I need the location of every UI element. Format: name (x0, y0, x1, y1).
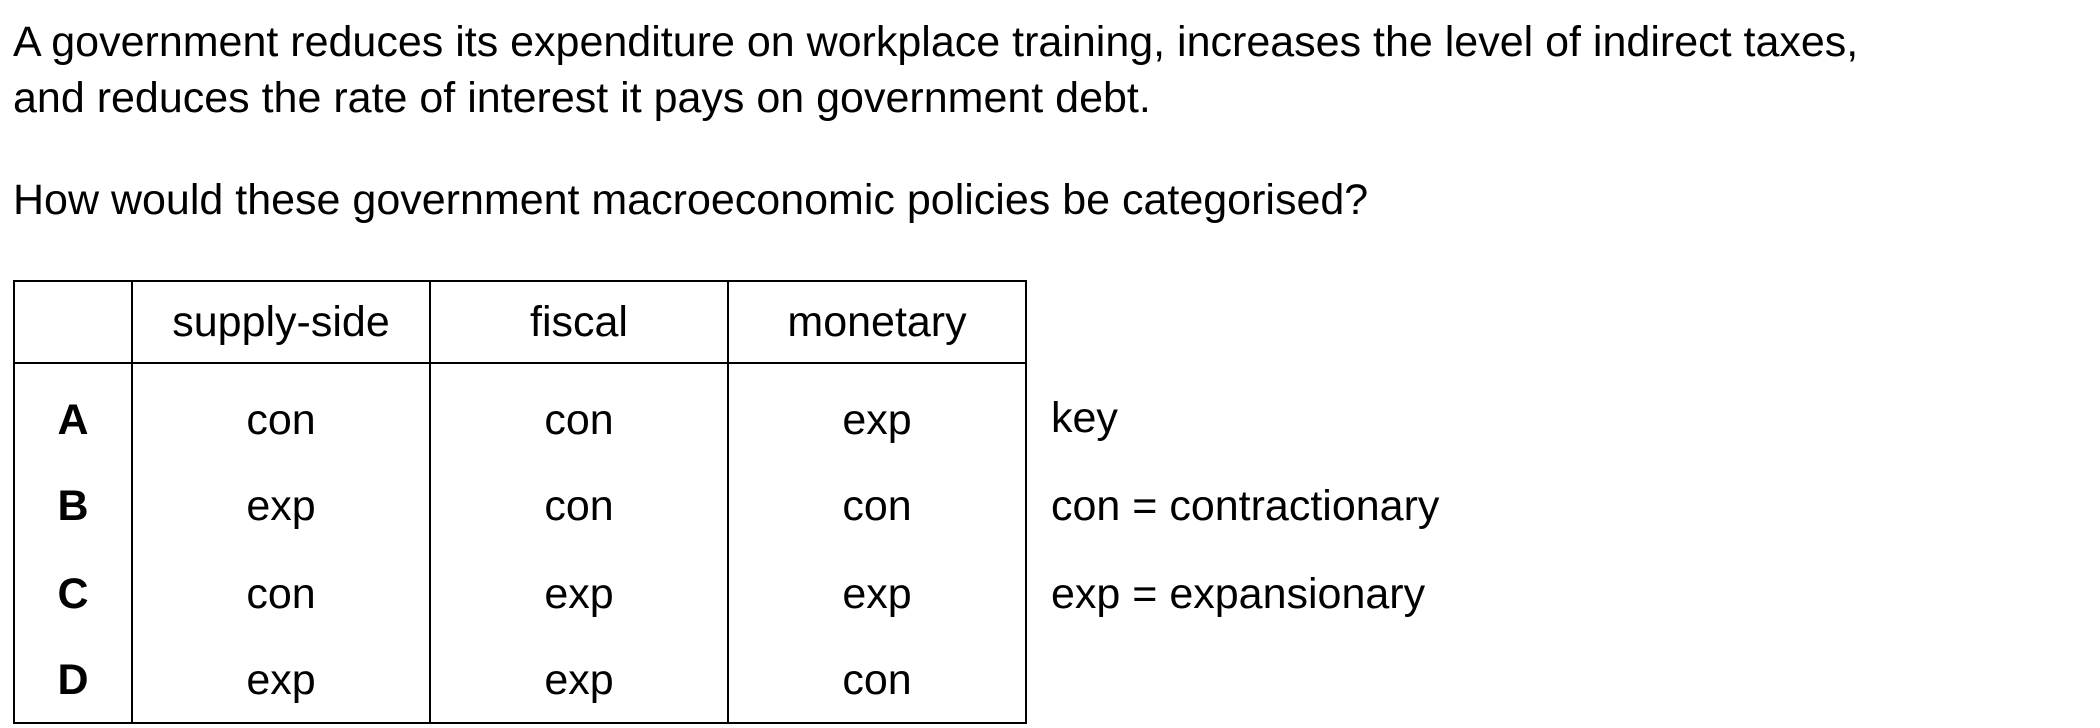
table-cell: exp (429, 638, 729, 724)
table-cell: con (429, 363, 729, 462)
table-cell: exp (727, 363, 1027, 462)
header-blank (13, 280, 133, 364)
table-cell: exp (131, 462, 431, 550)
table-row[interactable]: D exp exp con (13, 638, 1027, 724)
table-cell: con (727, 638, 1027, 724)
options-table: supply-side fiscal monetary A con con ex… (13, 280, 1027, 724)
option-letter-c: C (13, 550, 133, 638)
table-header-row: supply-side fiscal monetary (13, 280, 1027, 364)
option-letter-b: B (13, 462, 133, 550)
table-cell: exp (131, 638, 431, 724)
key-legend: key con = contractionary exp = expansion… (1051, 388, 1439, 652)
table-cell: exp (727, 550, 1027, 638)
key-con-definition: con = contractionary (1051, 482, 1440, 530)
table-cell: con (131, 550, 431, 638)
stem-line-1: A government reduces its expenditure on … (13, 18, 1859, 66)
header-supply-side: supply-side (131, 280, 431, 364)
table-cell: con (429, 462, 729, 550)
table-cell: exp (429, 550, 729, 638)
key-exp-definition: exp = expansionary (1051, 570, 1426, 618)
table-cell: con (131, 363, 431, 462)
option-letter-a: A (13, 363, 133, 462)
table-row[interactable]: C con exp exp (13, 550, 1027, 638)
option-letter-d: D (13, 638, 133, 724)
header-monetary: monetary (727, 280, 1027, 364)
table-row[interactable]: B exp con con (13, 462, 1027, 550)
question-prompt: How would these government macroeconomic… (13, 176, 1369, 224)
question-stem: A government reduces its expenditure on … (13, 14, 1858, 126)
header-fiscal: fiscal (429, 280, 729, 364)
stem-line-2: and reduces the rate of interest it pays… (13, 74, 1151, 122)
table-row[interactable]: A con con exp (13, 363, 1027, 462)
key-title: key (1051, 394, 1118, 442)
table-cell: con (727, 462, 1027, 550)
